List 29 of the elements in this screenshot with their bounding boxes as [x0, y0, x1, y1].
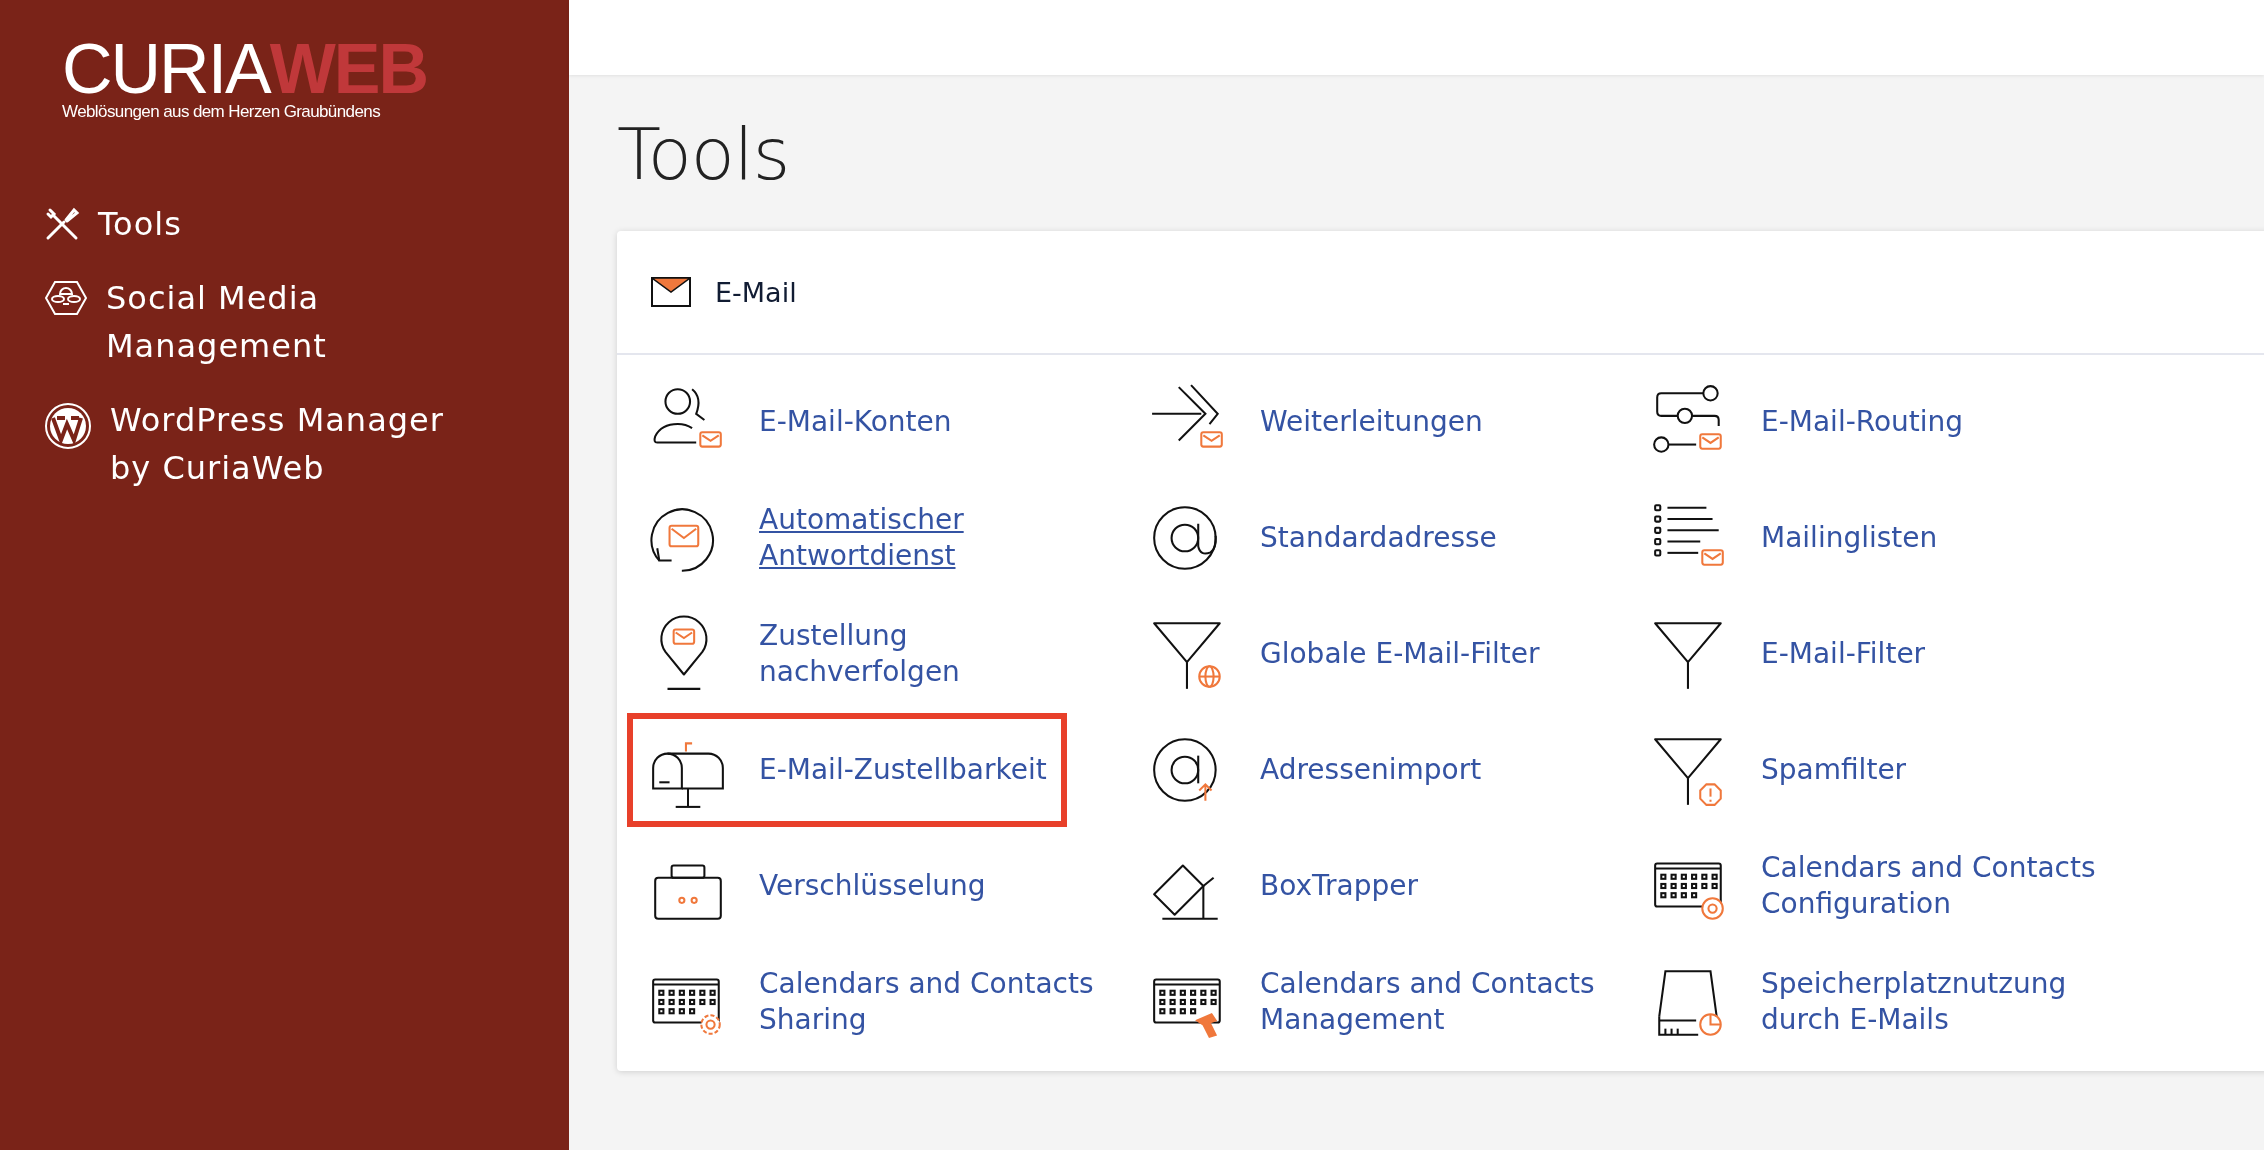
tool-link[interactable]: Calendars and Contacts Management: [1128, 945, 1629, 1059]
tool-link[interactable]: Mailinglisten: [1629, 481, 1958, 595]
tool-link[interactable]: E-Mail-Filter: [1629, 597, 1946, 711]
tool-link[interactable]: E-Mail-Zustellbarkeit: [627, 713, 1067, 827]
sidebar-link[interactable]: Tools: [44, 200, 484, 248]
sidebar-link[interactable]: Social Media Management: [44, 274, 484, 370]
tool-link[interactable]: Automatischer Antwortdienst: [627, 481, 1128, 595]
hexagon-bee-icon: [44, 280, 88, 316]
tool-link[interactable]: Adressenimport: [1128, 713, 1502, 827]
tool-link[interactable]: Zustellung nachverfolgen: [627, 597, 1128, 711]
envelope-icon: [651, 277, 691, 307]
tool-link[interactable]: Verschlüsselung: [627, 829, 1006, 943]
sidebar-link[interactable]: WordPress Manager by CuriaWeb: [44, 396, 484, 492]
tool-link[interactable]: Speicherplatznutzung durch E-Mails: [1629, 945, 2171, 1059]
tool-link[interactable]: Weiterleitungen: [1128, 365, 1503, 479]
section-title: E-Mail: [715, 276, 797, 308]
wordpress-logo-icon: [44, 402, 92, 450]
logo-tagline: Weblösungen aus dem Herzen Graubündens: [62, 102, 381, 122]
page-title: Tools: [617, 111, 791, 198]
tool-link[interactable]: Globale E-Mail-Filter: [1128, 597, 1560, 711]
tool-link[interactable]: E-Mail-Konten: [627, 365, 972, 479]
tool-link[interactable]: E-Mail-Routing: [1629, 365, 1984, 479]
logo-wordmark: CURIAWEB: [62, 38, 428, 100]
tool-link[interactable]: BoxTrapper: [1128, 829, 1438, 943]
tool-link[interactable]: Spamfilter: [1629, 713, 1927, 827]
tool-link[interactable]: Calendars and Contacts Sharing: [627, 945, 1128, 1059]
tool-link[interactable]: Standardadresse: [1128, 481, 1517, 595]
tools-icon: [44, 206, 80, 242]
tool-link[interactable]: Calendars and Contacts Configuration: [1629, 829, 2171, 943]
